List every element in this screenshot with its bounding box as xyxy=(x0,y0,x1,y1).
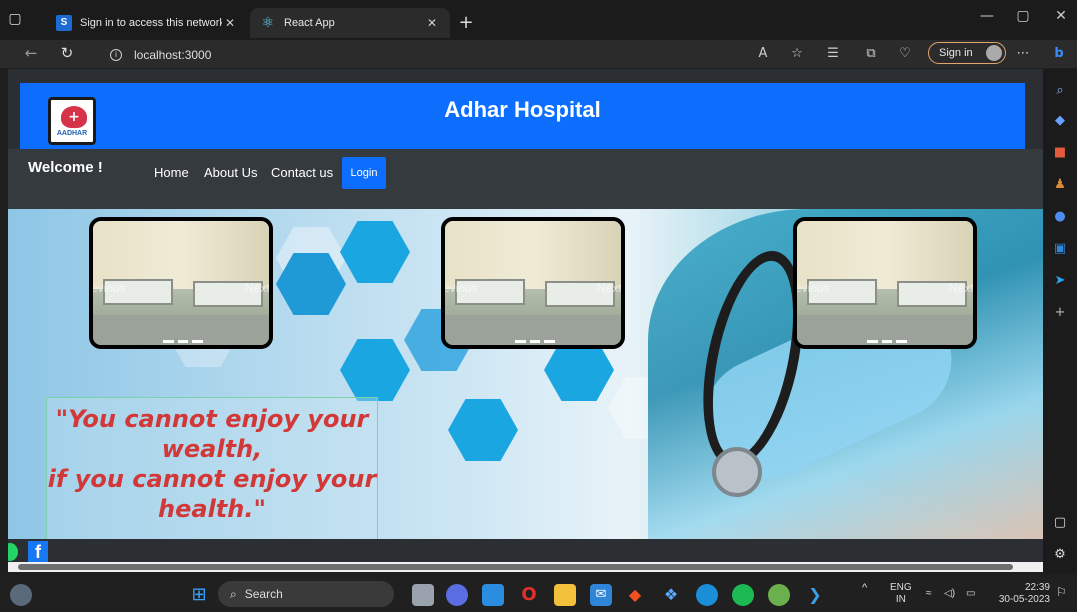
eye-icon xyxy=(340,339,410,401)
site-navbar: Welcome ! Home About Us Contact us Login xyxy=(8,149,1043,209)
facebook-icon[interactable]: f xyxy=(28,541,48,563)
carousel-prev[interactable]: Previous xyxy=(445,281,478,295)
tab-label: Sign in to access this network xyxy=(80,17,222,29)
info-icon[interactable]: i xyxy=(110,49,122,61)
volume-icon[interactable]: ◁) xyxy=(944,588,955,600)
more-icon[interactable]: ⋯ xyxy=(1012,44,1034,64)
address-text: localhost:3000 xyxy=(134,48,212,62)
show-hidden-icons[interactable]: ^ xyxy=(862,582,867,594)
collections-icon[interactable]: ⧉ xyxy=(860,44,882,64)
carousel-3[interactable]: Previous Next xyxy=(793,217,977,349)
restore-icon[interactable]: ▢ xyxy=(1008,8,1038,24)
close-window-icon[interactable]: ✕ xyxy=(1046,8,1076,24)
microsoft-365-icon[interactable]: ● xyxy=(1050,207,1070,227)
s-favicon-icon: S xyxy=(56,15,72,31)
spring-icon[interactable] xyxy=(768,584,790,606)
welcome-text: Welcome ! xyxy=(28,159,103,176)
flask-icon xyxy=(448,399,518,461)
office-icon[interactable]: ◆ xyxy=(624,584,646,606)
chat-icon[interactable] xyxy=(446,584,468,606)
edge-sidebar: ⌕ ◆ ■ ♟ ● ▣ ➤ + ▢ ⚙ xyxy=(1043,69,1077,573)
task-view-icon[interactable] xyxy=(412,584,434,606)
site-title: Adhar Hospital xyxy=(444,97,601,122)
favorites-list-icon[interactable]: ☰ xyxy=(822,44,844,64)
shopping-tag-icon[interactable]: ◆ xyxy=(1050,111,1070,131)
settings-gear-icon[interactable]: ⚙ xyxy=(1050,545,1070,565)
send-icon[interactable]: ➤ xyxy=(1050,271,1070,291)
refresh-icon[interactable]: ↻ xyxy=(56,44,78,62)
carousel-next[interactable]: Next xyxy=(597,281,621,295)
login-button[interactable]: Login xyxy=(342,157,386,189)
add-icon[interactable]: + xyxy=(1050,303,1070,323)
spotify-icon[interactable] xyxy=(732,584,754,606)
carousel-prev[interactable]: Previous xyxy=(797,281,830,295)
tools-icon[interactable]: ■ xyxy=(1050,143,1070,163)
close-icon[interactable]: ✕ xyxy=(222,16,238,30)
close-icon[interactable]: ✕ xyxy=(424,16,440,30)
search-icon: ⌕ xyxy=(230,586,237,601)
nav-contact-us[interactable]: Contact us xyxy=(271,165,333,180)
language-indicator[interactable]: ENG IN xyxy=(890,582,912,606)
windows-taskbar: ⊞ ⌕ Search O ✉ ◆ ❖ ❯ ^ ENG IN ≈ ◁) ▭ 22:… xyxy=(0,576,1077,612)
sign-in-label: Sign in xyxy=(939,47,973,59)
workspaces-icon[interactable]: ▢ xyxy=(6,10,24,28)
nav-about-us[interactable]: About Us xyxy=(204,165,257,180)
horizontal-scrollbar[interactable] xyxy=(8,562,1043,572)
read-aloud-icon[interactable]: A xyxy=(752,44,774,64)
quote-line-1: "You cannot enjoy your wealth, xyxy=(55,405,369,463)
minimize-icon[interactable]: — xyxy=(972,8,1002,24)
quote-box: "You cannot enjoy your wealth, if you ca… xyxy=(46,397,378,539)
carousel-1[interactable]: Previous Next xyxy=(89,217,273,349)
quote-text: "You cannot enjoy your wealth, if you ca… xyxy=(47,404,377,524)
browser-essentials-icon[interactable]: ♡ xyxy=(894,44,916,64)
nav-home[interactable]: Home xyxy=(154,165,189,180)
address-bar[interactable]: i localhost:3000 xyxy=(94,44,744,66)
back-icon[interactable]: ← xyxy=(20,44,42,62)
games-icon[interactable]: ♟ xyxy=(1050,175,1070,195)
carousel-2[interactable]: Previous Next xyxy=(441,217,625,349)
scrollbar-thumb[interactable] xyxy=(18,564,1013,570)
tab-label: React App xyxy=(284,17,335,29)
new-tab-icon[interactable]: + xyxy=(456,12,476,33)
file-explorer-icon[interactable] xyxy=(554,584,576,606)
quote-line-2: if you cannot enjoy your health." xyxy=(47,465,377,523)
outlook-icon[interactable]: ▣ xyxy=(1050,239,1070,259)
site-header: + AADHAR Adhar Hospital xyxy=(20,83,1025,149)
windows-start-icon[interactable]: ⊞ xyxy=(188,584,210,606)
logo-text: AADHAR xyxy=(56,130,88,137)
carousel-indicators[interactable] xyxy=(515,340,556,343)
carousel-next[interactable]: Next xyxy=(949,281,973,295)
dropbox-icon[interactable]: ❖ xyxy=(660,584,682,606)
sidebar-toggle-icon[interactable]: ▢ xyxy=(1050,513,1070,533)
search-label: Search xyxy=(244,587,283,601)
hero-banner: Previous Next Previous Next Previous Nex… xyxy=(8,209,1043,539)
tab-sign-in[interactable]: S Sign in to access this network ✕ xyxy=(46,8,248,38)
opera-icon[interactable]: O xyxy=(518,584,540,606)
vscode-icon[interactable]: ❯ xyxy=(804,584,826,606)
bing-copilot-icon[interactable]: b xyxy=(1048,44,1070,64)
carousel-indicators[interactable] xyxy=(163,340,204,343)
mail-icon[interactable]: ✉ xyxy=(590,584,612,606)
desktop-icon[interactable] xyxy=(482,584,504,606)
tab-react-app[interactable]: ⚛ React App ✕ xyxy=(250,8,450,38)
wifi-icon[interactable]: ≈ xyxy=(926,588,932,600)
weather-icon[interactable] xyxy=(10,584,32,606)
clock[interactable]: 22:39 30-05-2023 xyxy=(990,582,1050,606)
favorite-star-icon[interactable]: ☆ xyxy=(786,44,808,64)
edge-icon[interactable] xyxy=(696,584,718,606)
notifications-icon[interactable]: ⚐ xyxy=(1056,586,1067,598)
carousel-next[interactable]: Next xyxy=(245,281,269,295)
taskbar-search[interactable]: ⌕ Search xyxy=(218,581,394,607)
web-page: + AADHAR Adhar Hospital Welcome ! Home A… xyxy=(8,69,1043,565)
search-icon[interactable]: ⌕ xyxy=(1050,81,1070,101)
battery-icon[interactable]: ▭ xyxy=(966,588,975,600)
carousel-indicators[interactable] xyxy=(867,340,908,343)
avatar-icon xyxy=(986,45,1002,61)
carousel-prev[interactable]: Previous xyxy=(93,281,126,295)
sign-in-button[interactable]: Sign in xyxy=(928,42,1006,64)
bank-icon xyxy=(340,221,410,283)
react-icon: ⚛ xyxy=(261,15,275,31)
whatsapp-icon[interactable] xyxy=(8,543,18,561)
stethoscope-head-shape xyxy=(712,447,762,497)
